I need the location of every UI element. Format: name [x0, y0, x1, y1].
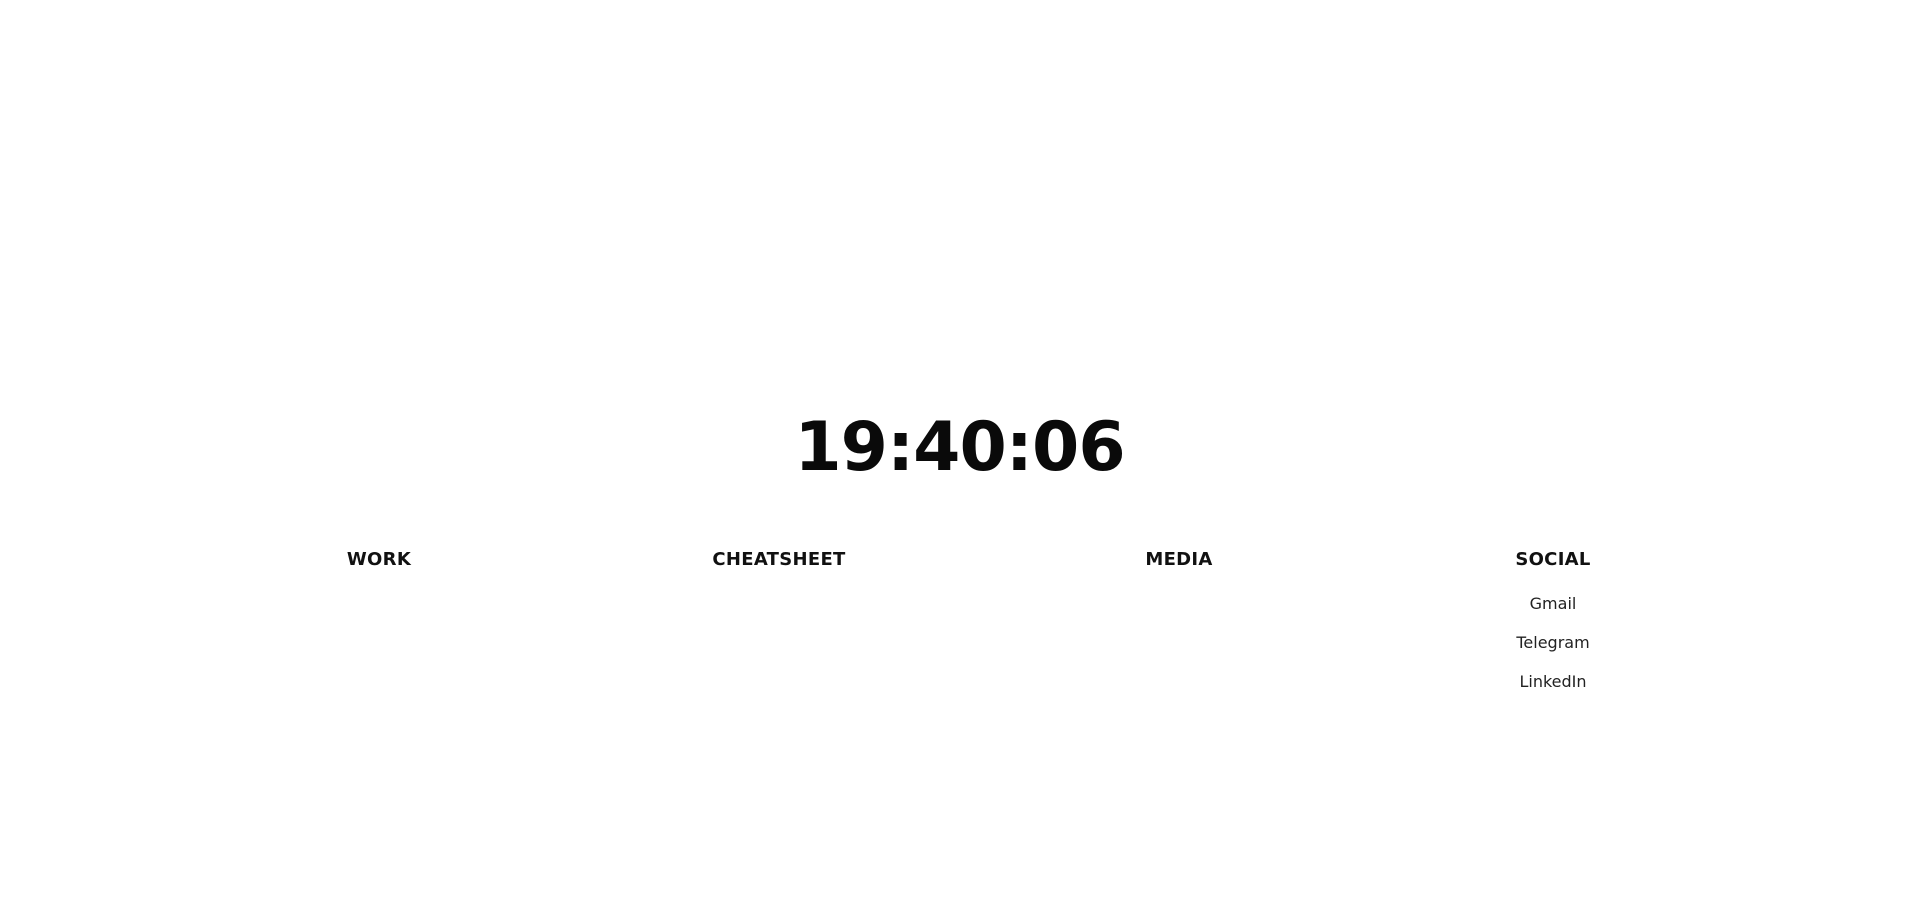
link-columns: WORK CHEATSHEET MEDIA SOCIAL Gmail Teleg… [0, 544, 1919, 724]
list-item: LinkedIn [1403, 662, 1703, 701]
clock-display: 19:40:06 [794, 408, 1125, 487]
column-media: MEDIA [1029, 544, 1329, 584]
column-title-media: MEDIA [1145, 549, 1213, 570]
column-title-cheatsheet: CHEATSHEET [712, 549, 846, 570]
social-link-list: Gmail Telegram LinkedIn [1403, 584, 1703, 701]
column-work: WORK [229, 544, 529, 584]
column-social: SOCIAL Gmail Telegram LinkedIn [1403, 544, 1703, 701]
column-title-work: WORK [346, 549, 412, 570]
link-linkedin[interactable]: LinkedIn [1519, 672, 1586, 691]
column-title-social: SOCIAL [1515, 549, 1591, 570]
link-gmail[interactable]: Gmail [1530, 594, 1577, 613]
list-item: Gmail [1403, 584, 1703, 623]
column-cheatsheet: CHEATSHEET [629, 544, 929, 584]
list-item: Telegram [1403, 623, 1703, 662]
link-telegram[interactable]: Telegram [1516, 633, 1589, 652]
